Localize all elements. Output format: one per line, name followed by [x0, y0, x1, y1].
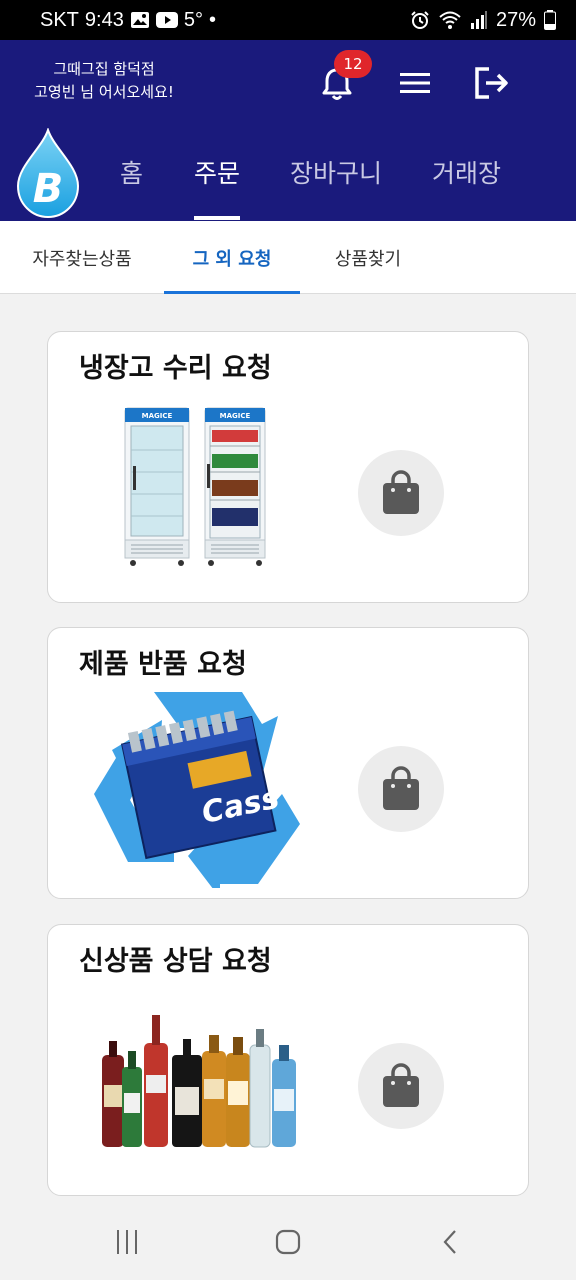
card-title: 신상품 상담 요청	[79, 946, 272, 977]
welcome-text: 고영빈 님 어서오세요!	[34, 83, 174, 101]
brand-logo: B	[16, 128, 80, 219]
liquor-bottles-image	[102, 1015, 296, 1148]
card-new-product-consult[interactable]: 신상품 상담 요청	[47, 924, 529, 1196]
app-header: 그때그집 함덕점 고영빈 님 어서오세요! 12 B 홈 주문 장바구니 거래장	[0, 40, 576, 221]
youtube-icon	[155, 12, 178, 28]
nav-home[interactable]: 홈	[120, 150, 143, 220]
shopping-bag-icon	[383, 766, 419, 810]
card-fridge-repair[interactable]: 냉장고 수리 요청 MAGICE MAGICE	[47, 331, 529, 603]
home-icon[interactable]	[274, 1228, 302, 1256]
nav-order[interactable]: 주문	[194, 150, 241, 220]
card-title: 제품 반품 요청	[79, 649, 247, 680]
tab-other-requests[interactable]: 그 외 요청	[164, 221, 300, 294]
request-button[interactable]	[358, 1043, 444, 1129]
card-title: 냉장고 수리 요청	[79, 353, 272, 384]
request-button[interactable]	[358, 450, 444, 536]
status-dot: •	[208, 8, 216, 31]
back-icon[interactable]	[440, 1228, 460, 1256]
alarm-icon	[411, 11, 429, 29]
recycle-beer-crate-image: Cass	[94, 692, 300, 888]
system-nav-bar	[0, 1208, 576, 1280]
battery-icon	[544, 10, 556, 30]
notification-badge: 12	[334, 50, 372, 78]
nav-cart[interactable]: 장바구니	[290, 150, 382, 220]
logo-letter: B	[33, 166, 64, 212]
card-return-request[interactable]: 제품 반품 요청 Cass	[47, 627, 529, 899]
clock: 9:43	[84, 8, 124, 31]
greeting: 그때그집 함덕점 고영빈 님 어서오세요!	[24, 58, 184, 104]
logout-icon[interactable]	[474, 66, 510, 100]
request-button[interactable]	[358, 746, 444, 832]
wifi-icon	[439, 11, 461, 29]
tab-find-products[interactable]: 상품찾기	[300, 221, 436, 294]
image-icon	[130, 12, 149, 28]
sub-tabs: 자주찾는상품 그 외 요청 상품찾기	[0, 221, 576, 294]
temperature: 5°	[183, 8, 203, 31]
fridge-brand: MAGICE	[142, 412, 173, 420]
shopping-bag-icon	[383, 1063, 419, 1107]
tab-frequent-products[interactable]: 자주찾는상품	[14, 221, 150, 294]
status-bar: SKT 9:43 5° • 27%	[0, 0, 576, 40]
recent-apps-icon[interactable]	[114, 1228, 140, 1256]
store-name: 그때그집 함덕점	[53, 60, 155, 78]
battery-percent: 27%	[495, 8, 536, 31]
main-nav: 홈 주문 장바구니 거래장	[100, 150, 501, 220]
shopping-bag-icon	[383, 470, 419, 514]
nav-ledger[interactable]: 거래장	[432, 150, 501, 220]
svg-text:MAGICE: MAGICE	[220, 412, 251, 420]
carrier-label: SKT	[40, 8, 79, 31]
refrigerators-image: MAGICE MAGICE	[124, 407, 266, 566]
signal-icon	[470, 11, 487, 29]
menu-icon[interactable]	[400, 70, 430, 96]
